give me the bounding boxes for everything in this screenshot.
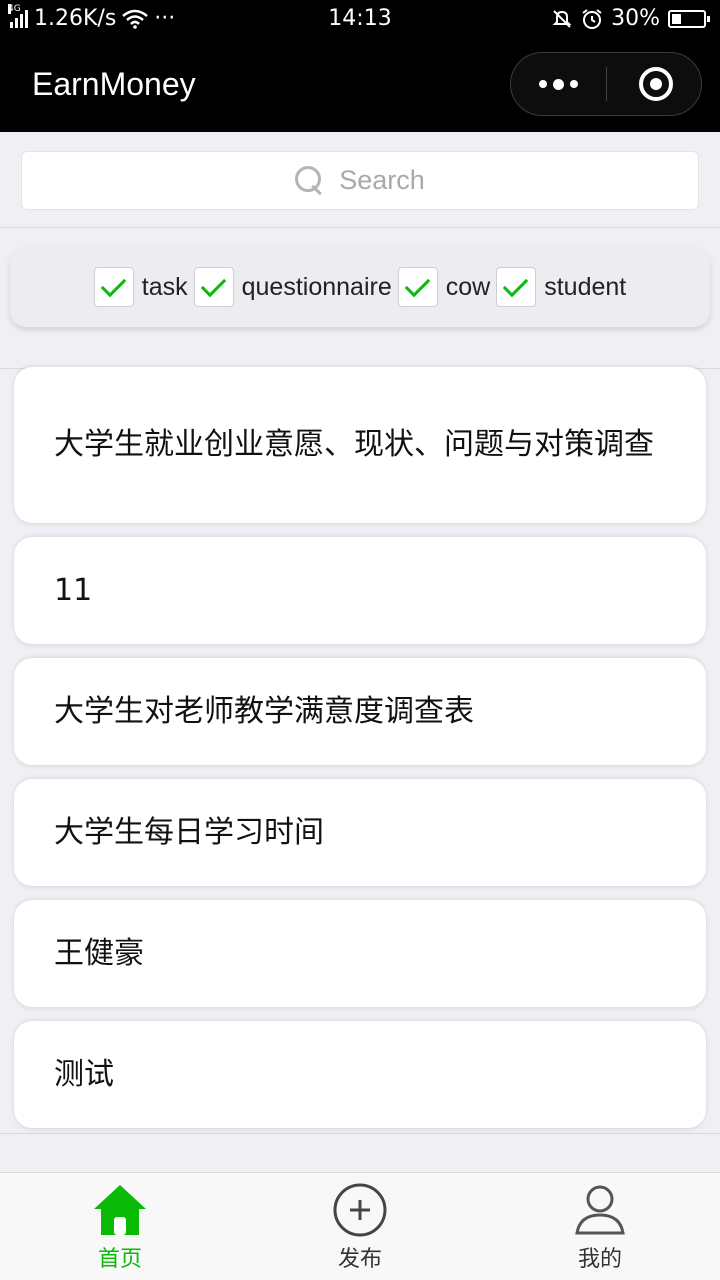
search-area: Search bbox=[0, 132, 720, 228]
category-filter: task questionnaire cow student bbox=[10, 247, 710, 327]
list-item-title: 大学生每日学习时间 bbox=[54, 814, 324, 850]
tab-home[interactable]: 首页 bbox=[0, 1173, 240, 1280]
more-dot-icon bbox=[570, 80, 578, 88]
capsule-divider bbox=[606, 67, 607, 101]
filter-cow[interactable]: cow bbox=[397, 267, 491, 307]
list-item-title: 11 bbox=[54, 572, 93, 608]
list-item-title: 大学生对老师教学满意度调查表 bbox=[54, 693, 474, 729]
list-item[interactable]: 大学生就业创业意愿、现状、问题与对策调查 bbox=[14, 367, 706, 523]
search-input[interactable]: Search bbox=[21, 151, 699, 210]
list-item-title: 测试 bbox=[54, 1056, 114, 1092]
battery-percent: 30% bbox=[611, 6, 660, 31]
status-bar: 4G 1.26K/s ··· 14:13 30% bbox=[0, 0, 720, 38]
plus-circle-icon bbox=[333, 1183, 387, 1237]
checkbox-checked-icon[interactable] bbox=[93, 267, 134, 307]
battery-icon bbox=[668, 9, 710, 28]
tab-label: 首页 bbox=[97, 1247, 142, 1272]
checkbox-checked-icon[interactable] bbox=[397, 267, 438, 307]
filter-label: cow bbox=[445, 272, 491, 301]
checkbox-checked-icon[interactable] bbox=[496, 267, 537, 307]
status-right: 30% bbox=[551, 6, 710, 31]
more-menu-button[interactable] bbox=[511, 53, 606, 115]
list-item[interactable]: 11 bbox=[14, 537, 706, 644]
divider bbox=[0, 1133, 720, 1134]
checkbox-checked-icon[interactable] bbox=[193, 267, 234, 307]
mute-bell-icon bbox=[552, 9, 572, 28]
tab-bar: 首页 发布 我的 bbox=[0, 1172, 720, 1280]
mini-program-capsule bbox=[510, 52, 702, 116]
close-target-button[interactable] bbox=[639, 67, 673, 101]
list-item[interactable]: 大学生对老师教学满意度调查表 bbox=[14, 658, 706, 765]
tab-mine[interactable]: 我的 bbox=[480, 1173, 720, 1280]
search-icon bbox=[295, 165, 325, 196]
page-title: EarnMoney bbox=[32, 66, 196, 102]
more-dot-icon bbox=[553, 78, 564, 90]
search-placeholder: Search bbox=[339, 165, 425, 195]
user-icon bbox=[575, 1185, 625, 1235]
filter-area: task questionnaire cow student bbox=[0, 229, 720, 369]
list-item-title: 王健豪 bbox=[54, 935, 144, 971]
tab-publish[interactable]: 发布 bbox=[240, 1173, 480, 1280]
filter-label: task bbox=[141, 272, 188, 301]
filter-label: questionnaire bbox=[241, 272, 392, 301]
tab-label: 发布 bbox=[337, 1247, 382, 1272]
nav-bar: EarnMoney bbox=[0, 38, 720, 132]
filter-student[interactable]: student bbox=[496, 267, 626, 307]
task-list: 大学生就业创业意愿、现状、问题与对策调查 11 大学生对老师教学满意度调查表 大… bbox=[14, 367, 706, 1142]
more-dot-icon bbox=[539, 80, 547, 88]
alarm-icon bbox=[582, 8, 602, 29]
filter-questionnaire[interactable]: questionnaire bbox=[193, 267, 392, 307]
tab-label: 我的 bbox=[577, 1247, 622, 1272]
list-item[interactable]: 大学生每日学习时间 bbox=[14, 779, 706, 886]
filter-task[interactable]: task bbox=[93, 267, 188, 307]
list-item-title: 大学生就业创业意愿、现状、问题与对策调查 bbox=[54, 427, 654, 462]
filter-label: student bbox=[544, 272, 627, 301]
home-icon bbox=[94, 1185, 146, 1235]
list-item[interactable]: 测试 bbox=[14, 1021, 706, 1128]
list-item[interactable]: 王健豪 bbox=[14, 900, 706, 1007]
